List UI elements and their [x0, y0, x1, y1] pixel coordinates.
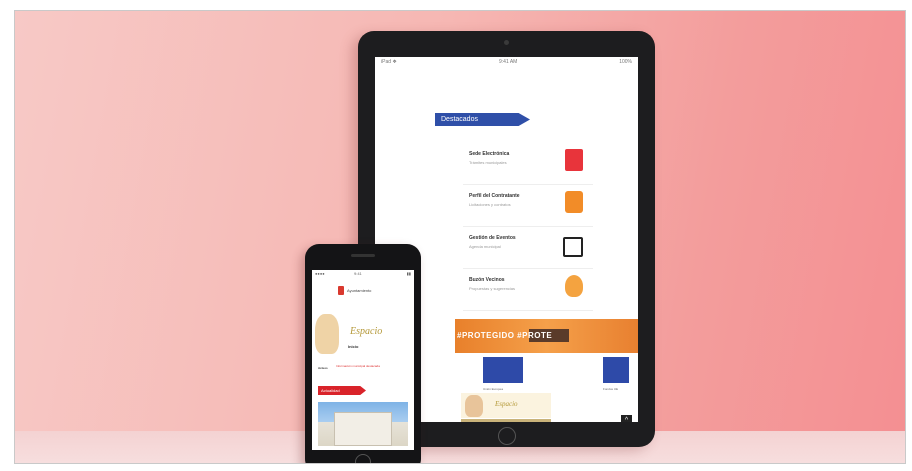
- tablet-home-button: [498, 427, 516, 445]
- illustration-face: [315, 314, 339, 354]
- featured-list: Sede Electrónica Trámites municipales Pe…: [463, 143, 593, 311]
- eu-flag-logo[interactable]: [483, 357, 523, 383]
- status-battery: 100%: [619, 59, 632, 65]
- status-time: 9:41 AM: [499, 59, 518, 65]
- list-item[interactable]: Buzón Vecinos Propuestas y sugerencias: [463, 269, 593, 311]
- phone-speaker: [351, 254, 375, 257]
- pink-backdrop: iPad ❖ 9:41 AM 100% Destacados Sede Elec…: [14, 10, 906, 464]
- item-title: Sede Electrónica: [469, 151, 510, 157]
- list-item[interactable]: Perfil del Contratante Licitaciones y co…: [463, 185, 593, 227]
- promo-banner-bottom[interactable]: [461, 419, 551, 422]
- battery-icon: ▮▮: [406, 271, 411, 276]
- item-title: Gestión de Eventos: [469, 235, 516, 241]
- status-left: iPad ❖: [381, 59, 397, 65]
- item-subtitle: Propuestas y sugerencias: [469, 286, 516, 291]
- section-label: Inicio: [348, 344, 359, 349]
- item-title: Perfil del Contratante: [469, 193, 520, 199]
- calendar-icon: [563, 237, 583, 257]
- phone-screen: ●●●● 9:41 ▮▮ Ayuntamiento Espacio Inicio…: [312, 270, 414, 450]
- clipboard-icon: [565, 191, 583, 213]
- tablet-status-bar: iPad ❖ 9:41 AM 100%: [375, 57, 638, 67]
- notice-label: Avisos: [318, 366, 328, 370]
- item-title: Buzón Vecinos: [469, 277, 505, 283]
- item-subtitle: Trámites municipales: [469, 160, 507, 165]
- building-image: [334, 412, 392, 446]
- promo-text: Espacio: [350, 326, 383, 337]
- list-item[interactable]: Sede Electrónica Trámites municipales: [463, 143, 593, 185]
- phone-device: ●●●● 9:41 ▮▮ Ayuntamiento Espacio Inicio…: [305, 244, 421, 463]
- destacados-banner: Destacados: [435, 113, 530, 126]
- document-icon: [565, 149, 583, 171]
- item-subtitle: Agenda municipal: [469, 244, 501, 249]
- notice-row[interactable]: Avisos Información municipal destacada: [318, 364, 408, 374]
- promo-banner[interactable]: Espacio: [461, 393, 551, 418]
- illustration-face: [465, 395, 483, 417]
- tablet-camera: [504, 40, 509, 45]
- eu-caption: Unión Europea: [483, 387, 504, 391]
- list-item[interactable]: Gestión de Eventos Agenda municipal: [463, 227, 593, 269]
- notice-link[interactable]: Información municipal destacada: [336, 364, 386, 368]
- eu-flag-logo[interactable]: [603, 357, 629, 383]
- phone-home-button: [355, 454, 371, 463]
- orange-ad-banner[interactable]: #PROTEGIDO #PROTE: [455, 319, 638, 353]
- status-time: 9:41: [354, 271, 362, 276]
- promo-text: Espacio: [495, 400, 518, 408]
- actualidad-banner: Actualidad: [318, 386, 366, 395]
- site-title: Ayuntamiento: [347, 288, 372, 293]
- scroll-top-button[interactable]: ^: [621, 415, 632, 422]
- lightbulb-icon: [565, 275, 583, 297]
- ad-text: #PROTEGIDO #PROTE: [457, 331, 553, 340]
- phone-status-bar: ●●●● 9:41 ▮▮: [312, 270, 414, 278]
- signal-icon: ●●●●: [315, 271, 325, 276]
- crest-icon: [338, 286, 344, 295]
- eu-caption: Fondos UE: [603, 387, 619, 391]
- photo-frame: iPad ❖ 9:41 AM 100% Destacados Sede Elec…: [0, 0, 912, 471]
- item-subtitle: Licitaciones y contratos: [469, 202, 511, 207]
